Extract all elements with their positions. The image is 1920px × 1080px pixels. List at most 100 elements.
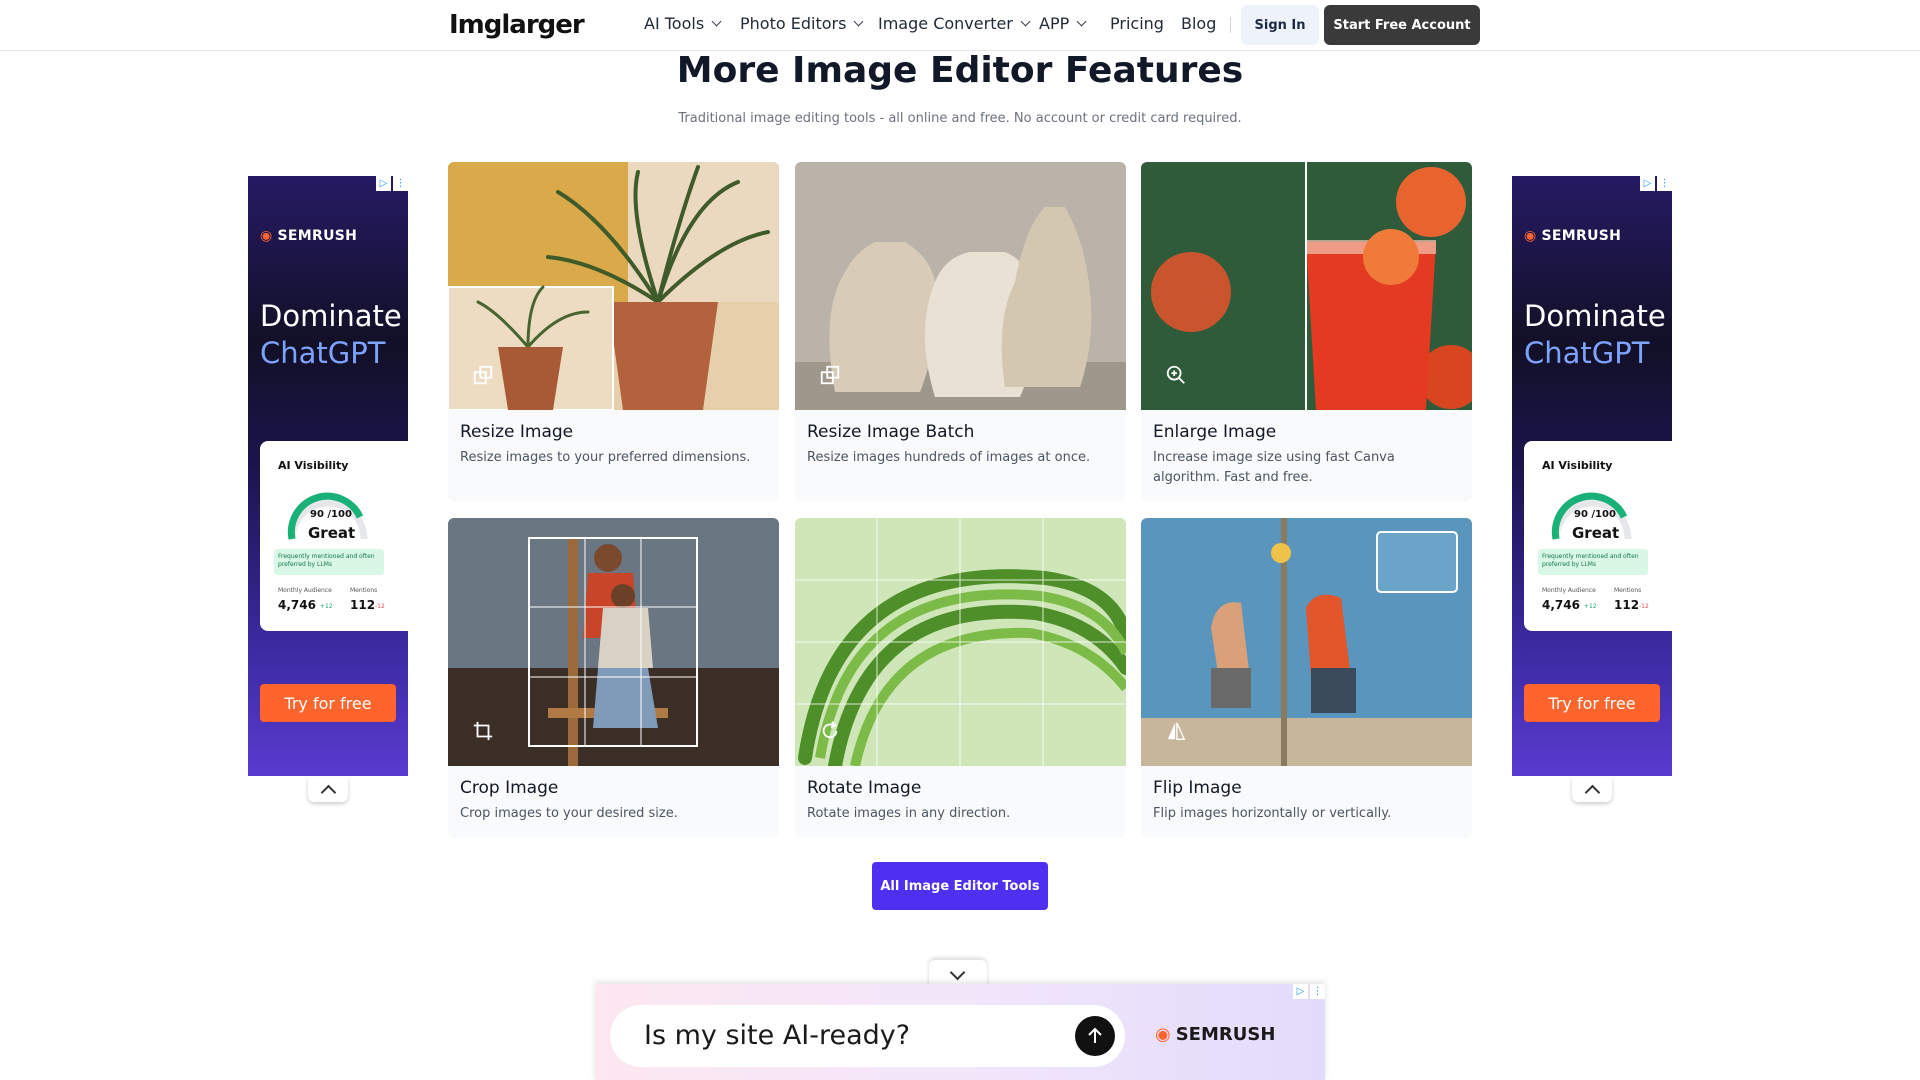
chevron-down-icon (711, 16, 722, 27)
card-rotate-image[interactable]: Rotate Image Rotate images in any direct… (795, 518, 1126, 838)
resize-image-thumbnail (448, 162, 779, 410)
card-crop-image[interactable]: Crop Image Crop images to your desired s… (448, 518, 779, 838)
ad-rating: Great (308, 524, 356, 542)
ad-stat-delta: -12 (375, 603, 385, 610)
nav-ai-tools[interactable]: AI Tools (644, 14, 722, 33)
card-title: Resize Image Batch (807, 422, 975, 442)
card-description: Flip images horizontally or vertically. (1153, 806, 1392, 821)
bottom-anchor-ad[interactable]: ▷ ⋮ Is my site AI-ready? ◉ SEMRUSH (595, 984, 1325, 1080)
rotate-image-thumbnail (795, 518, 1126, 766)
ad-choices-badge[interactable]: ▷ ⋮ (1293, 984, 1325, 999)
card-resize-image-batch[interactable]: Resize Image Batch Resize images hundred… (795, 162, 1126, 501)
ad-stat-label: Monthly Audience (278, 587, 332, 594)
ad-stat-delta: +12 (1584, 603, 1597, 610)
crop-icon (473, 721, 493, 741)
right-ad-collapse-button[interactable] (1572, 778, 1612, 802)
ad-info-icon[interactable]: ▷ (1640, 176, 1655, 191)
resize-icon (473, 365, 493, 385)
ad-brand: ◉ SEMRUSH (1155, 1024, 1275, 1045)
flip-icon (1167, 722, 1186, 740)
card-description: Increase image size using fast Canva alg… (1153, 450, 1395, 485)
ad-brand-label: SEMRUSH (1175, 1024, 1276, 1045)
crop-image-thumbnail (448, 518, 779, 766)
ad-visibility-panel: AI Visibility 90 /100 Great Frequently m… (260, 441, 408, 631)
ad-stat-label: Mentions (350, 587, 378, 594)
card-enlarge-image[interactable]: Enlarge Image Increase image size using … (1141, 162, 1472, 501)
semrush-logo-icon: ◉ (1524, 228, 1537, 244)
semrush-logo-icon: ◉ (1155, 1024, 1171, 1045)
start-free-account-button[interactable]: Start Free Account (1324, 5, 1480, 45)
ad-score: 90 /100 (310, 509, 352, 520)
ad-stat-delta: +12 (320, 603, 333, 610)
nav-image-converter[interactable]: Image Converter (878, 14, 1031, 33)
sign-in-button[interactable]: Sign In (1241, 5, 1319, 45)
semrush-logo-icon: ◉ (260, 228, 273, 244)
card-title: Enlarge Image (1153, 422, 1277, 442)
ad-brand-label: SEMRUSH (1541, 228, 1622, 244)
nav-ai-tools-label: AI Tools (644, 14, 705, 33)
nav-blog[interactable]: Blog (1181, 14, 1216, 33)
ad-question: Is my site AI-ready? (644, 1020, 911, 1051)
ad-stat-value: 112 (1614, 598, 1640, 612)
ad-stat-delta: -12 (1639, 603, 1649, 610)
nav-image-converter-label: Image Converter (878, 14, 1013, 33)
ad-menu-icon[interactable]: ⋮ (393, 176, 408, 191)
resize-batch-thumbnail (795, 162, 1126, 410)
section-title: More Image Editor Features (676, 50, 1244, 91)
chevron-down-icon (1076, 16, 1087, 27)
section-subtitle: Traditional image editing tools - all on… (678, 111, 1242, 126)
ad-stat-value: 4,746 (278, 598, 316, 612)
right-side-ad[interactable]: ▷ ⋮ ◉ SEMRUSH Dominate ChatGPT AI Visibi… (1512, 176, 1672, 776)
card-description: Resize images hundreds of images at once… (807, 450, 1091, 465)
ad-submit-button[interactable] (1075, 1016, 1115, 1056)
ad-info-icon[interactable]: ▷ (376, 176, 391, 191)
ad-search-pill[interactable]: Is my site AI-ready? (610, 1005, 1125, 1067)
ad-panel-title: AI Visibility (278, 459, 349, 472)
ad-menu-icon[interactable]: ⋮ (1657, 176, 1672, 191)
card-description: Rotate images in any direction. (807, 806, 1011, 821)
ad-choices-badge[interactable]: ▷ ⋮ (376, 176, 408, 191)
nav-photo-editors[interactable]: Photo Editors (740, 14, 864, 33)
arrow-up-icon (1088, 1027, 1102, 1043)
zoom-in-icon (1166, 365, 1185, 384)
resize-icon (820, 365, 840, 385)
ad-brand-label: SEMRUSH (277, 228, 358, 244)
nav-blog-label: Blog (1181, 14, 1217, 33)
ad-headline-accent: ChatGPT (260, 336, 386, 370)
card-title: Resize Image (460, 422, 574, 442)
ad-panel-title: AI Visibility (1542, 459, 1613, 472)
ad-brand: ◉ SEMRUSH (260, 228, 357, 244)
ad-stat-value: 4,746 (1542, 598, 1580, 612)
ad-note: Frequently mentioned and often preferred… (1538, 549, 1648, 575)
ad-stat-label: Monthly Audience (1542, 587, 1596, 594)
card-title: Flip Image (1153, 778, 1242, 798)
site-logo[interactable]: Imglarger (449, 10, 585, 40)
ad-headline-accent: ChatGPT (1524, 336, 1650, 370)
ad-brand: ◉ SEMRUSH (1524, 228, 1621, 244)
ad-choices-badge[interactable]: ▷ ⋮ (1640, 176, 1672, 191)
nav-app[interactable]: APP (1039, 14, 1087, 33)
ad-visibility-panel: AI Visibility 90 /100 Great Frequently m… (1524, 441, 1672, 631)
nav-pricing[interactable]: Pricing (1110, 14, 1164, 33)
ad-try-for-free-button[interactable]: Try for free (1524, 684, 1660, 722)
ad-headline: Dominate (260, 299, 402, 333)
card-description: Crop images to your desired size. (460, 806, 678, 821)
ad-menu-icon[interactable]: ⋮ (1310, 984, 1325, 999)
ad-try-for-free-button[interactable]: Try for free (260, 684, 396, 722)
nav-photo-editors-label: Photo Editors (740, 14, 847, 33)
ad-stat-value: 112 (350, 598, 376, 612)
card-resize-image[interactable]: Resize Image Resize images to your prefe… (448, 162, 779, 501)
ad-rating: Great (1572, 524, 1620, 542)
chevron-down-icon (1020, 16, 1031, 27)
nav-pricing-label: Pricing (1110, 14, 1164, 33)
all-image-editor-tools-button[interactable]: All Image Editor Tools (872, 862, 1048, 910)
ad-info-icon[interactable]: ▷ (1293, 984, 1308, 999)
left-side-ad[interactable]: ▷ ⋮ ◉ SEMRUSH Dominate ChatGPT AI Visibi… (248, 176, 408, 776)
card-flip-image[interactable]: Flip Image Flip images horizontally or v… (1141, 518, 1472, 838)
rotate-icon (822, 721, 838, 739)
left-ad-collapse-button[interactable] (308, 778, 348, 802)
card-description: Resize images to your preferred dimensio… (460, 450, 751, 465)
nav-app-label: APP (1039, 14, 1070, 33)
ad-stat-label: Mentions (1614, 587, 1642, 594)
ad-score: 90 /100 (1574, 509, 1616, 520)
